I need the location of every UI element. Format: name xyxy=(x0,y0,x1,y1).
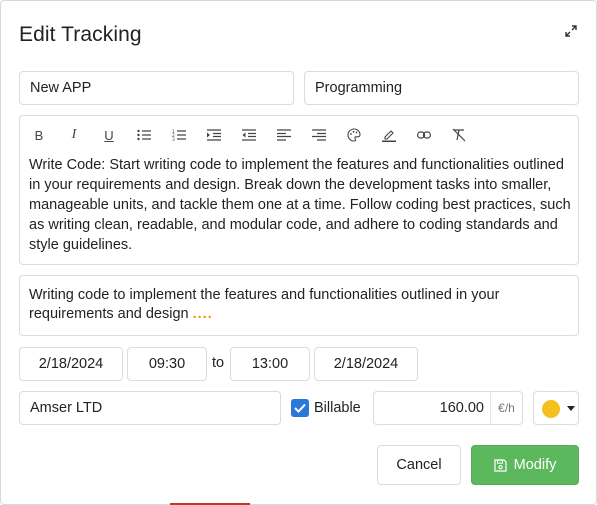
rate-input[interactable]: 160.00 €/h xyxy=(373,391,523,425)
clear-format-icon[interactable] xyxy=(448,124,470,146)
project-value: New APP xyxy=(30,80,92,96)
palette-icon[interactable] xyxy=(343,124,365,146)
align-right-icon[interactable] xyxy=(308,124,330,146)
project-input[interactable]: New APP xyxy=(19,71,294,105)
end-date-input[interactable]: 2/18/2024 xyxy=(314,347,418,381)
color-picker[interactable] xyxy=(533,391,579,425)
client-input[interactable]: Amser LTD xyxy=(19,391,281,425)
color-swatch xyxy=(542,400,560,418)
edit-tracking-dialog: Edit Tracking New APP Programming B I U … xyxy=(0,0,597,505)
caret-down-icon xyxy=(567,406,575,411)
svg-text:3: 3 xyxy=(172,137,175,141)
modify-label: Modify xyxy=(513,457,557,473)
indent-icon[interactable] xyxy=(203,124,225,146)
end-date-value: 2/18/2024 xyxy=(333,356,399,372)
client-value: Amser LTD xyxy=(30,400,103,416)
billable-checkbox[interactable] xyxy=(291,399,309,417)
description-value: Writing code to implement the features a… xyxy=(29,287,500,322)
more-indicator[interactable]: .... xyxy=(193,306,213,322)
start-time-input[interactable]: 09:30 xyxy=(127,347,207,381)
italic-label: I xyxy=(71,127,77,142)
bold-icon[interactable]: B xyxy=(28,124,50,146)
numbered-list-icon[interactable]: 123 xyxy=(168,124,190,146)
expand-icon[interactable] xyxy=(562,22,580,40)
description-text: Writing code to implement the features a… xyxy=(29,286,569,324)
outdent-icon[interactable] xyxy=(238,124,260,146)
start-time-value: 09:30 xyxy=(148,356,186,372)
checkmark-icon xyxy=(294,403,306,413)
link-icon[interactable] xyxy=(413,124,435,146)
highlight-pen-icon[interactable] xyxy=(378,124,400,146)
rich-text-editor[interactable]: B I U 123 Write Code: Start writing code… xyxy=(19,115,579,265)
italic-icon[interactable]: I xyxy=(63,124,85,146)
category-value: Programming xyxy=(315,80,403,96)
bold-label: B xyxy=(34,127,44,143)
cancel-button[interactable]: Cancel xyxy=(377,445,461,485)
underline-label: U xyxy=(104,127,114,143)
start-date-input[interactable]: 2/18/2024 xyxy=(19,347,123,381)
end-time-value: 13:00 xyxy=(251,356,289,372)
end-time-input[interactable]: 13:00 xyxy=(230,347,310,381)
modify-button[interactable]: Modify xyxy=(471,445,579,485)
category-input[interactable]: Programming xyxy=(304,71,579,105)
underline-icon[interactable]: U xyxy=(98,124,120,146)
billable-label: Billable xyxy=(314,400,361,416)
cancel-label: Cancel xyxy=(396,457,442,473)
dialog-title: Edit Tracking xyxy=(19,23,142,46)
rate-unit: €/h xyxy=(490,392,522,424)
rate-value: 160.00 xyxy=(439,400,484,416)
editor-content[interactable]: Write Code: Start writing code to implem… xyxy=(29,155,574,255)
save-icon xyxy=(494,458,507,472)
bullet-list-icon[interactable] xyxy=(133,124,155,146)
align-left-icon[interactable] xyxy=(273,124,295,146)
description-field[interactable]: Writing code to implement the features a… xyxy=(19,275,579,336)
to-label: to xyxy=(212,355,225,371)
start-date-value: 2/18/2024 xyxy=(38,356,104,372)
